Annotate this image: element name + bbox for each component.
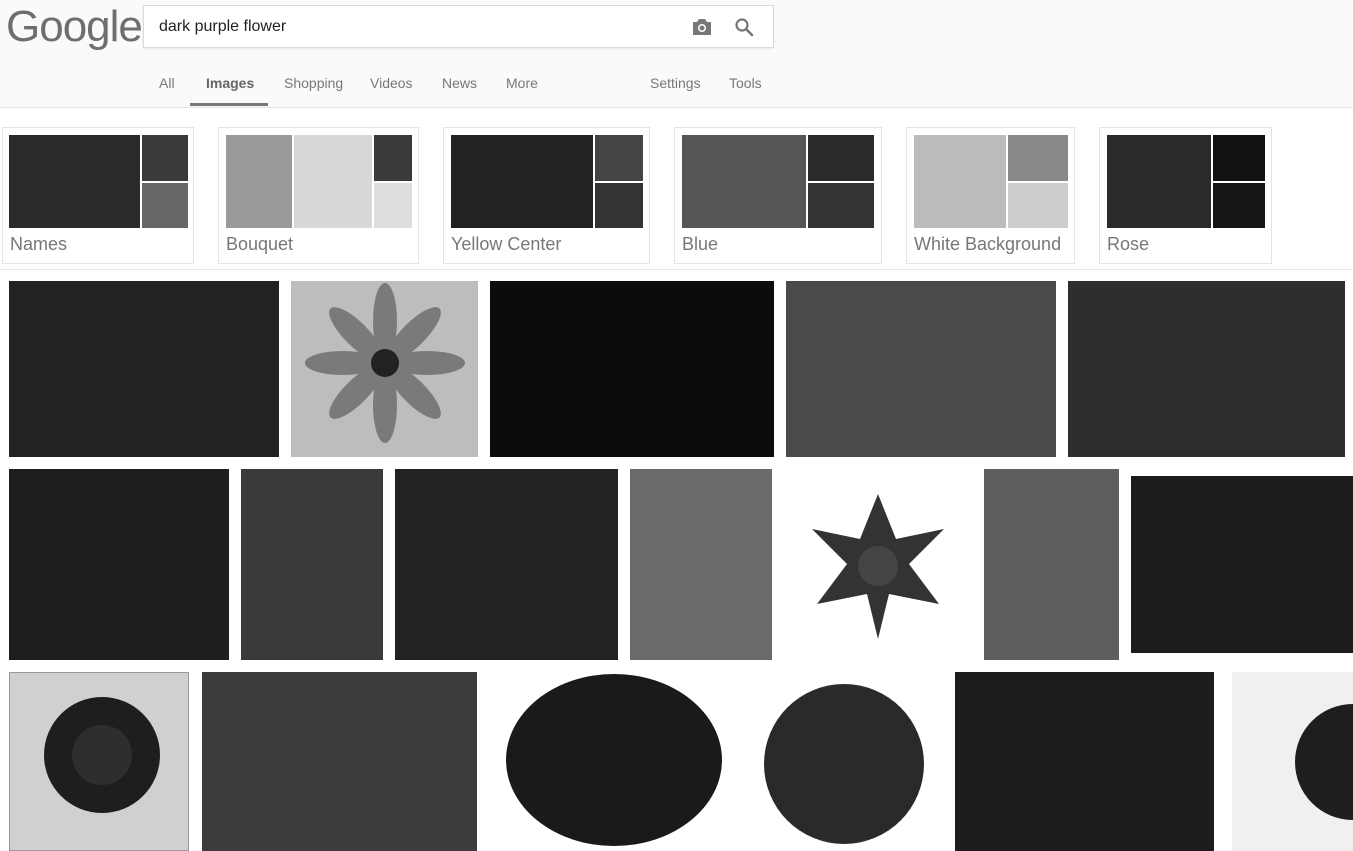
image-result[interactable]	[9, 281, 279, 457]
chip-label: Rose	[1107, 234, 1150, 254]
chip-rose[interactable]: Rose	[1099, 127, 1272, 264]
image-result[interactable]	[1232, 672, 1353, 851]
search-icon[interactable]	[731, 14, 757, 40]
camera-icon[interactable]	[689, 14, 715, 40]
image-result[interactable]	[9, 672, 189, 851]
image-result[interactable]	[291, 281, 478, 457]
tab-news[interactable]: News	[442, 75, 477, 91]
chip-bouquet[interactable]: Bouquet	[218, 127, 419, 264]
image-result[interactable]	[395, 469, 618, 660]
google-logo[interactable]: Google	[6, 2, 143, 52]
image-result[interactable]	[241, 469, 383, 660]
image-result[interactable]	[202, 672, 477, 851]
chip-label: Names	[10, 234, 68, 254]
tab-videos[interactable]: Videos	[370, 75, 413, 91]
image-result[interactable]	[9, 469, 229, 660]
chip-label: White Background	[914, 234, 1062, 254]
image-result[interactable]	[955, 672, 1214, 851]
tab-tools[interactable]: Tools	[729, 75, 762, 91]
chip-image	[374, 183, 412, 228]
chip-image	[595, 135, 643, 181]
chip-image	[808, 183, 874, 228]
image-result[interactable]	[489, 672, 734, 851]
image-result[interactable]	[786, 281, 1056, 457]
chip-image	[9, 135, 140, 228]
divider	[0, 269, 1353, 270]
chip-image	[595, 183, 643, 228]
chip-image	[1008, 183, 1068, 228]
chip-image	[142, 135, 188, 181]
image-result[interactable]	[630, 469, 772, 660]
chip-image	[808, 135, 874, 181]
image-result[interactable]	[1131, 476, 1353, 653]
image-result[interactable]	[984, 469, 1119, 660]
chip-image	[1008, 135, 1068, 181]
chip-image	[226, 135, 292, 228]
search-box	[143, 5, 774, 48]
chip-names[interactable]: Names	[2, 127, 194, 264]
image-result[interactable]	[490, 281, 774, 457]
chip-yellow-center[interactable]: Yellow Center	[443, 127, 650, 264]
chip-image	[142, 183, 188, 228]
chip-image	[914, 135, 1006, 228]
chip-image	[451, 135, 593, 228]
header: Google All Images Shopping Videos News M…	[0, 0, 1353, 108]
chip-image	[374, 135, 412, 181]
image-result[interactable]	[1068, 281, 1345, 457]
chip-image	[1213, 183, 1265, 228]
search-input[interactable]	[159, 6, 679, 47]
chip-blue[interactable]: Blue	[674, 127, 882, 264]
tab-images[interactable]: Images	[206, 75, 254, 91]
tab-shopping[interactable]: Shopping	[284, 75, 343, 91]
tab-all[interactable]: All	[159, 75, 175, 91]
image-result[interactable]	[784, 469, 972, 660]
image-result[interactable]	[746, 672, 943, 851]
tab-more[interactable]: More	[506, 75, 538, 91]
chip-label: Bouquet	[226, 234, 294, 254]
chip-white-background[interactable]: White Background	[906, 127, 1075, 264]
chip-image	[1107, 135, 1211, 228]
tab-settings[interactable]: Settings	[650, 75, 701, 91]
chip-label: Yellow Center	[451, 234, 562, 254]
related-searches: Names Bouquet Yellow Center Blue White B…	[0, 127, 1353, 265]
chip-label: Blue	[682, 234, 719, 254]
active-tab-indicator	[190, 103, 268, 106]
chip-image	[1213, 135, 1265, 181]
chip-image	[294, 135, 372, 228]
chip-image	[682, 135, 806, 228]
